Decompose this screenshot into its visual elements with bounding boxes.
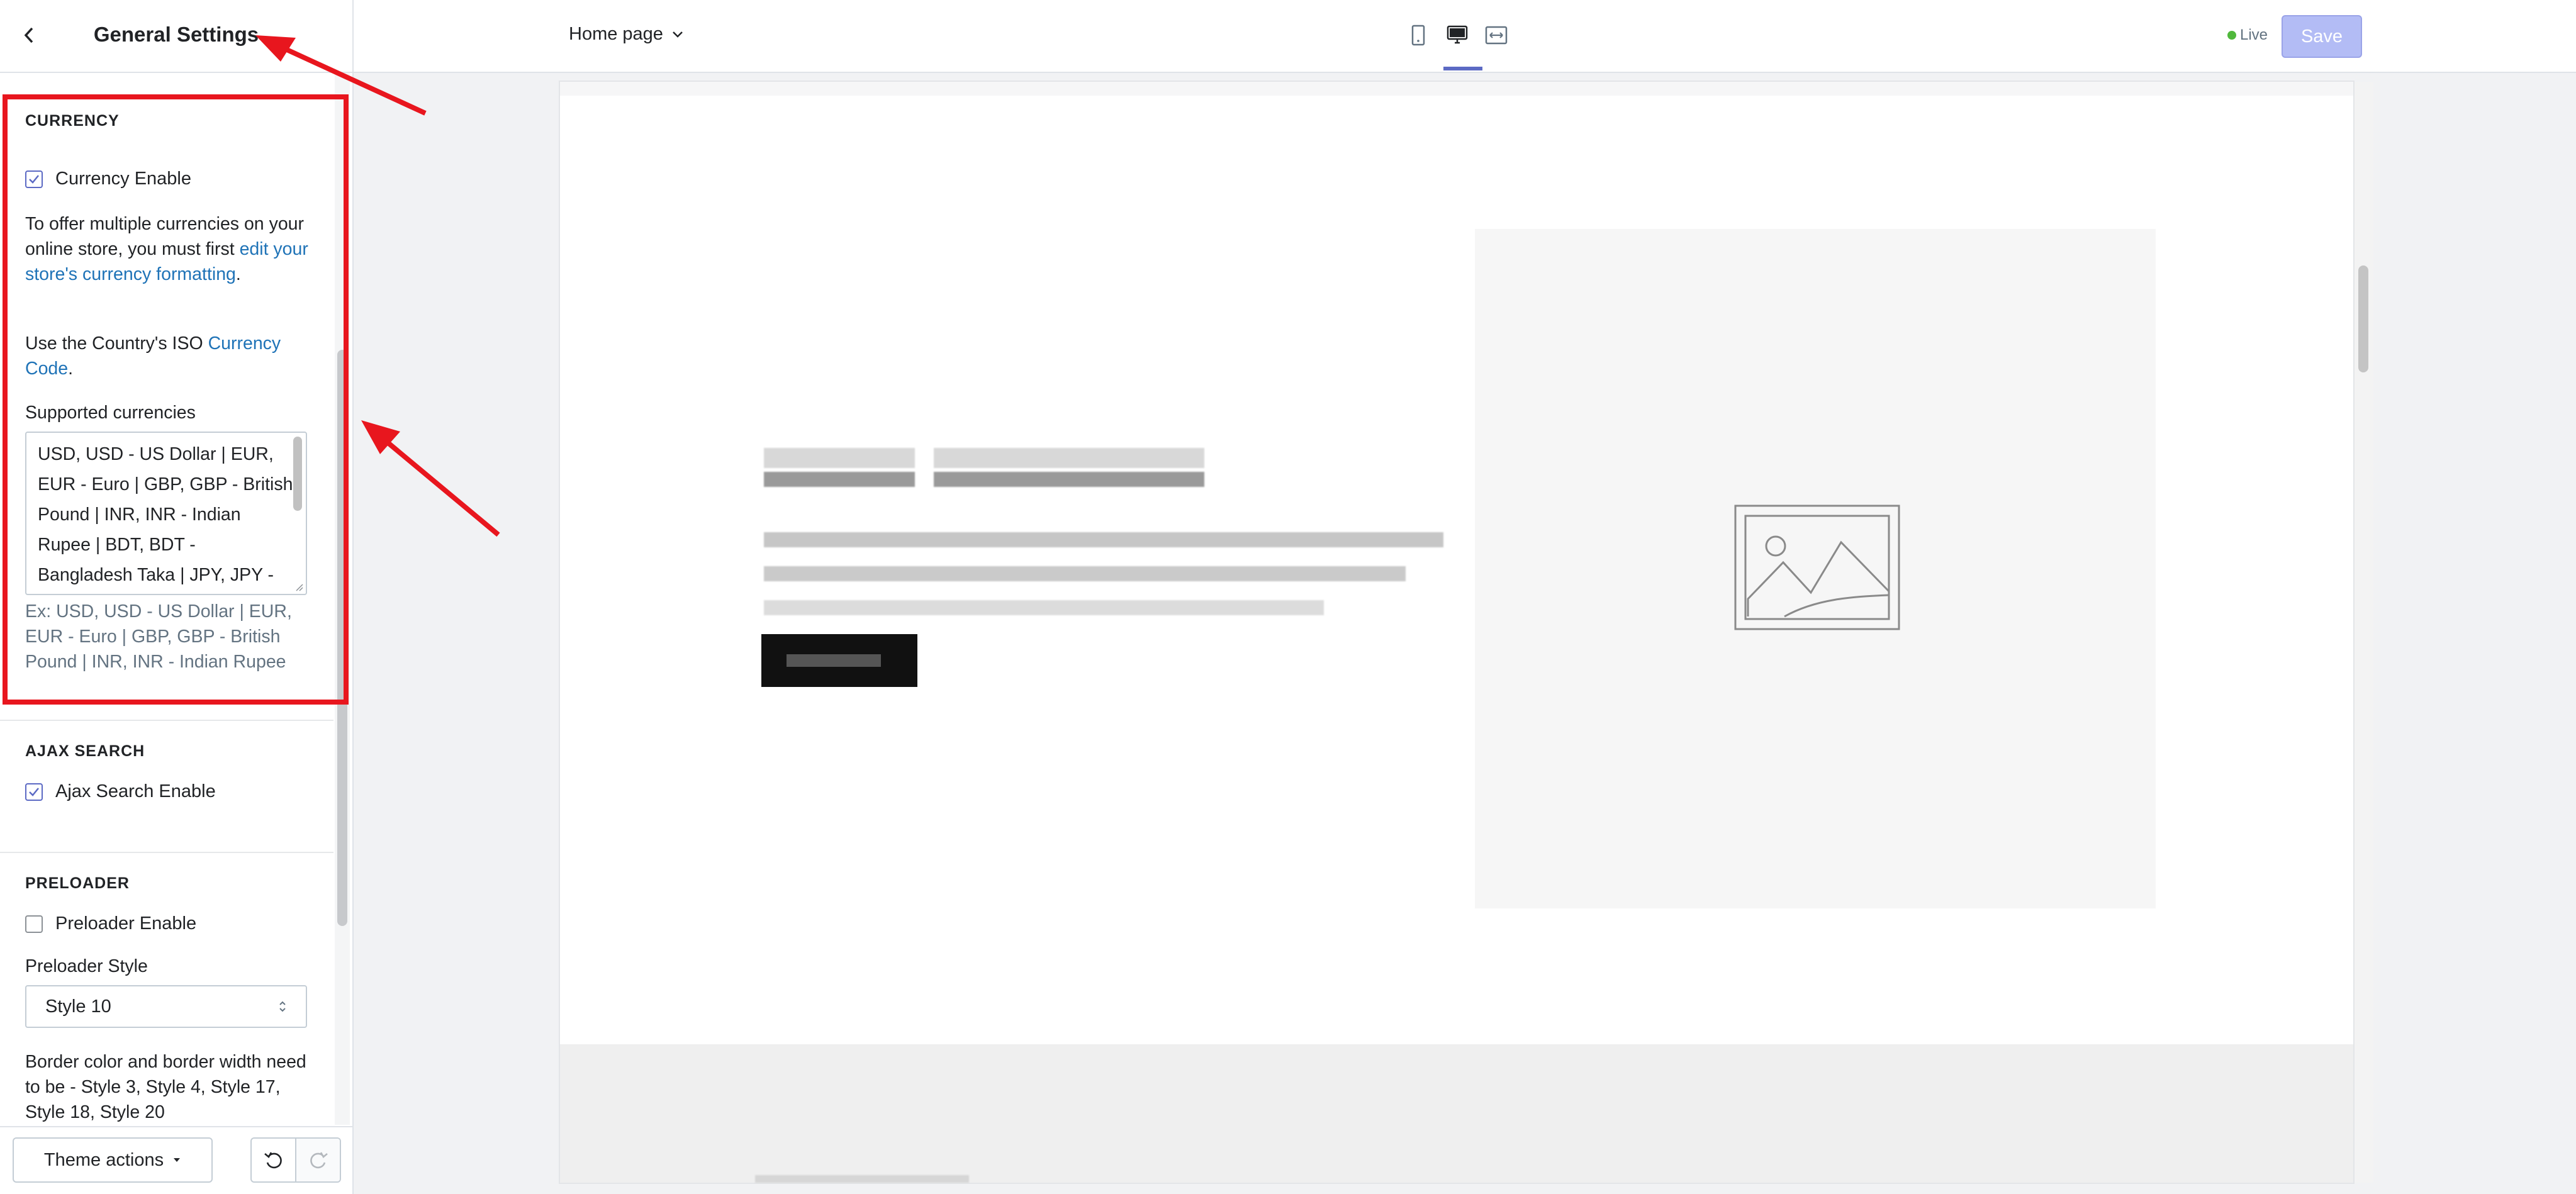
blurred-heading [764, 472, 915, 487]
ajax-search-section-title: AJAX SEARCH [25, 742, 145, 760]
currency-iso-prefix: Use the Country's ISO [25, 333, 208, 354]
theme-actions-button[interactable]: Theme actions [13, 1137, 213, 1183]
ajax-search-enable-row[interactable]: Ajax Search Enable [25, 781, 216, 802]
editor-topbar: Home page Live Save [354, 0, 2576, 73]
blurred-heading [934, 472, 1204, 487]
checkmark-icon [29, 787, 39, 796]
blurred-heading [764, 448, 915, 468]
supported-currencies-textarea[interactable]: USD, USD - US Dollar | EUR, EUR - Euro |… [25, 432, 307, 595]
undo-icon [264, 1152, 282, 1169]
live-label: Live [2240, 26, 2268, 43]
caret-down-icon [174, 1158, 181, 1162]
preloader-style-label: Preloader Style [25, 956, 148, 976]
currency-info-text: To offer multiple currencies on your onl… [25, 211, 315, 287]
currency-enable-checkbox[interactable] [25, 170, 43, 188]
resize-handle-icon[interactable] [293, 581, 303, 591]
currency-section-title: CURRENCY [25, 112, 120, 130]
select-arrows-icon [279, 1001, 286, 1012]
supported-currencies-label: Supported currencies [25, 403, 196, 423]
preloader-style-value: Style 10 [45, 996, 111, 1017]
image-placeholder [1475, 229, 2156, 908]
currency-enable-label: Currency Enable [55, 169, 191, 189]
checkmark-icon [29, 174, 39, 184]
section-divider [0, 720, 333, 721]
blurred-cta-label [787, 654, 881, 667]
currency-info-end: . [235, 264, 241, 284]
preloader-section-title: PRELOADER [25, 874, 130, 892]
preview-scrollbar-track[interactable] [2355, 82, 2373, 1183]
fullwidth-view-button[interactable] [1484, 21, 1509, 49]
supported-currencies-value: USD, USD - US Dollar | EUR, EUR - Euro |… [38, 444, 293, 585]
page-selector[interactable]: Home page [569, 24, 683, 45]
sidebar-footer: Theme actions [0, 1126, 352, 1194]
preview-footer-section [560, 1044, 2353, 1183]
save-button[interactable]: Save [2282, 15, 2362, 58]
mobile-icon [1411, 25, 1425, 46]
annotation-arrow [361, 420, 500, 537]
desktop-view-button[interactable] [1445, 21, 1470, 49]
blurred-paragraph [764, 600, 1324, 615]
settings-scroll-area[interactable]: CURRENCY Currency Enable To offer multip… [0, 73, 333, 1125]
preview-scrollbar-thumb[interactable] [2358, 265, 2368, 372]
preloader-note: Border color and border width need to be… [25, 1052, 306, 1122]
sidebar-scrollbar-thumb[interactable] [337, 350, 347, 926]
undo-redo-group [250, 1137, 341, 1183]
preview-top-strip [560, 82, 2353, 96]
image-placeholder-icon [1734, 505, 1900, 630]
active-view-indicator [1443, 67, 1482, 70]
blurred-paragraph [764, 532, 1443, 547]
preloader-enable-row[interactable]: Preloader Enable [25, 913, 196, 934]
redo-icon [310, 1152, 328, 1169]
page-title: General Settings [93, 23, 259, 46]
live-status: Live [2227, 26, 2268, 44]
ajax-search-enable-label: Ajax Search Enable [55, 781, 216, 801]
fullscreen-width-icon [1485, 26, 1508, 45]
redo-button[interactable] [295, 1139, 340, 1181]
preloader-style-select[interactable]: Style 10 [25, 985, 307, 1028]
undo-button[interactable] [252, 1139, 295, 1181]
mobile-view-button[interactable] [1406, 21, 1431, 49]
section-divider [0, 852, 333, 853]
currency-iso-end: . [68, 359, 74, 379]
theme-actions-label: Theme actions [43, 1149, 164, 1170]
settings-sidebar: General Settings CURRENCY Currency Enabl… [0, 0, 354, 1194]
sidebar-header: General Settings [0, 0, 352, 73]
live-dot-icon [2227, 31, 2236, 40]
textarea-scrollbar[interactable] [293, 437, 302, 511]
blurred-heading [934, 448, 1204, 468]
page-selector-label: Home page [569, 24, 663, 44]
currency-enable-row[interactable]: Currency Enable [25, 169, 191, 189]
desktop-icon [1447, 25, 1468, 44]
chevron-down-icon [673, 31, 683, 38]
blurred-paragraph [764, 566, 1406, 581]
currency-iso-text: Use the Country's ISO Currency Code. [25, 331, 315, 381]
preloader-enable-checkbox[interactable] [25, 915, 43, 933]
view-mode-switcher [1406, 21, 1509, 49]
preloader-enable-label: Preloader Enable [55, 913, 197, 934]
blurred-footer-text [755, 1175, 969, 1183]
supported-currencies-help: Ex: USD, USD - US Dollar | EUR, EUR - Eu… [25, 601, 292, 672]
ajax-search-enable-checkbox[interactable] [25, 783, 43, 801]
store-preview[interactable] [560, 82, 2353, 1183]
